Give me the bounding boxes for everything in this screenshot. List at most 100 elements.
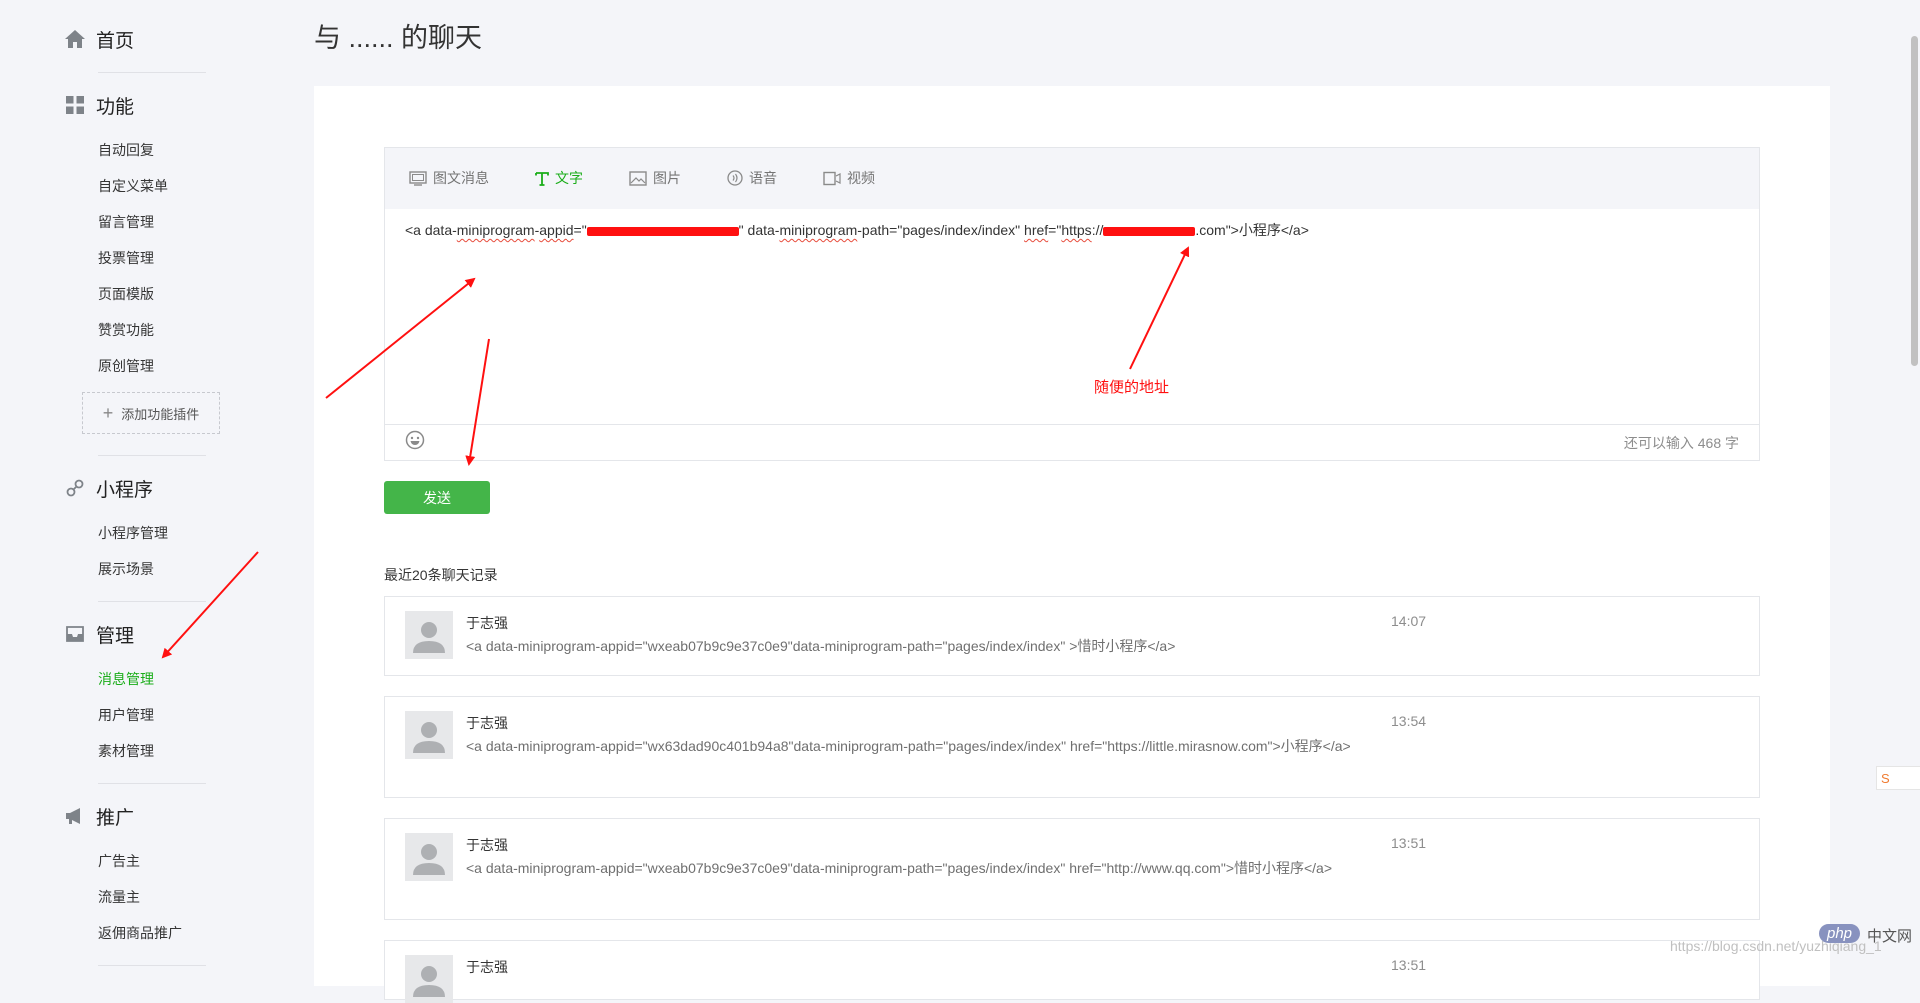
nav-miniprogram-label: 小程序 xyxy=(96,479,154,501)
nav-miniprogram-head[interactable]: 小程序 xyxy=(64,472,206,504)
history-title: 最近20条聊天记录 xyxy=(384,567,498,583)
grid-icon xyxy=(64,94,86,116)
sidebar-item-miniprogram-manage[interactable]: 小程序管理 xyxy=(98,523,168,543)
php-logo: php xyxy=(1819,924,1861,943)
add-plugin-label: 添加功能插件 xyxy=(121,406,200,422)
sidebar-item-auto-reply[interactable]: 自动回复 xyxy=(98,140,154,160)
message-time: 13:51 xyxy=(1391,957,1427,973)
editor-footer: 还可以输入 468 字 xyxy=(385,424,1759,460)
nav-function: 功能 xyxy=(64,89,206,121)
editor-text-part: =" xyxy=(573,222,587,238)
sidebar-item-publisher[interactable]: 流量主 xyxy=(98,887,140,907)
editor-text-part: :// xyxy=(1091,222,1104,238)
php-cn-text: 中文网 xyxy=(1867,928,1913,945)
message-time: 13:51 xyxy=(1391,835,1427,851)
tab-article-label: 图文消息 xyxy=(433,170,489,186)
scrollbar[interactable] xyxy=(1908,0,1920,969)
tab-video[interactable]: 视频 xyxy=(823,168,875,188)
editor-text-part: miniprogram xyxy=(779,222,858,238)
nav-function-head[interactable]: 功能 xyxy=(64,89,206,121)
list-item: 于志强 13:54 <a data-miniprogram-appid="wx6… xyxy=(384,696,1760,798)
char-counter: 还可以输入 468 字 xyxy=(1623,434,1739,451)
message-time: 14:07 xyxy=(1391,613,1427,629)
sidebar: 首页 功能 自动回复 自定义菜单 留言管理 投票管理 页面模版 赞赏功能 原创管… xyxy=(0,0,250,969)
side-widget[interactable]: S xyxy=(1876,766,1920,790)
link-icon xyxy=(64,477,86,499)
avatar[interactable] xyxy=(405,611,453,659)
editor-text-part: =" xyxy=(1048,222,1062,238)
editor-textarea[interactable]: <a data-miniprogram-appid=" " data-minipr… xyxy=(405,220,1739,240)
sidebar-item-material-manage[interactable]: 素材管理 xyxy=(98,741,154,761)
message-sender: 于志强 xyxy=(466,837,508,853)
avatar[interactable] xyxy=(405,955,453,1003)
home-icon xyxy=(64,28,86,50)
user-icon xyxy=(413,722,445,753)
nav-promote: 推广 xyxy=(64,800,206,832)
scrollbar-thumb[interactable] xyxy=(1911,36,1918,366)
side-widget-label: S xyxy=(1881,770,1890,786)
sidebar-item-page-template[interactable]: 页面模版 xyxy=(98,284,154,304)
divider xyxy=(98,601,206,602)
sidebar-item-original-manage[interactable]: 原创管理 xyxy=(98,356,154,376)
list-item: 于志强 13:51 <a data-miniprogram-appid="wxe… xyxy=(384,818,1760,920)
sidebar-item-message-manage[interactable]: 消息管理 xyxy=(98,669,154,689)
sidebar-item-advertiser[interactable]: 广告主 xyxy=(98,851,140,871)
message-sender: 于志强 xyxy=(466,615,508,631)
message-sender: 于志强 xyxy=(466,715,508,731)
sidebar-item-commission-promote[interactable]: 返佣商品推广 xyxy=(98,923,182,943)
add-plugin-button[interactable]: + 添加功能插件 xyxy=(82,392,220,434)
send-button[interactable]: 发送 xyxy=(384,481,490,514)
page-title: 与 ...... 的聊天 xyxy=(314,23,483,53)
plus-icon: + xyxy=(102,403,114,423)
nav-promote-head[interactable]: 推广 xyxy=(64,800,206,832)
tab-image[interactable]: 图片 xyxy=(629,168,681,188)
nav-function-label: 功能 xyxy=(96,96,135,118)
editor-text-part: https xyxy=(1061,222,1092,238)
text-icon xyxy=(535,171,549,186)
sidebar-item-user-manage[interactable]: 用户管理 xyxy=(98,705,154,725)
tab-text-label: 文字 xyxy=(555,170,583,186)
emoji-icon[interactable] xyxy=(405,430,425,455)
annotation-label: 随便的地址 xyxy=(1094,379,1170,396)
editor-text-part: miniprogram xyxy=(456,222,535,238)
tab-voice[interactable]: 语音 xyxy=(727,168,777,188)
divider xyxy=(98,783,206,784)
sidebar-item-vote-manage[interactable]: 投票管理 xyxy=(98,248,154,268)
user-icon xyxy=(413,966,445,997)
user-icon xyxy=(413,844,445,875)
inbox-icon xyxy=(64,623,86,645)
nav-manage-label: 管理 xyxy=(96,625,135,647)
divider xyxy=(98,965,206,966)
nav-home[interactable]: 首页 xyxy=(64,23,206,55)
tab-text[interactable]: 文字 xyxy=(535,168,583,188)
avatar[interactable] xyxy=(405,833,453,881)
nav-manage-head[interactable]: 管理 xyxy=(64,618,206,650)
user-icon xyxy=(413,622,445,653)
editor-text-part: -path="pages/index/index" xyxy=(857,222,1025,238)
tab-video-label: 视频 xyxy=(847,170,875,186)
sidebar-item-custom-menu[interactable]: 自定义菜单 xyxy=(98,176,168,196)
video-icon xyxy=(823,171,841,186)
sidebar-item-reward[interactable]: 赞赏功能 xyxy=(98,320,154,340)
message-editor: 图文消息 文字 图片 语音 视频 <a data-miniprogram-app… xyxy=(384,147,1760,461)
tab-article-message[interactable]: 图文消息 xyxy=(409,168,489,188)
nav-home-link[interactable]: 首页 xyxy=(64,23,206,55)
editor-text-part: appid xyxy=(539,222,574,238)
message-content: <a data-miniprogram-appid="wxeab07b9c9e3… xyxy=(466,638,1176,654)
editor-text-part: ">小程序</a> xyxy=(1225,222,1309,238)
editor-text-part: .com xyxy=(1195,222,1226,238)
message-content: <a data-miniprogram-appid="wxeab07b9c9e3… xyxy=(466,860,1333,876)
sidebar-item-comment-manage[interactable]: 留言管理 xyxy=(98,212,154,232)
editor-text-part: href xyxy=(1024,222,1049,238)
tab-image-label: 图片 xyxy=(653,170,681,186)
article-icon xyxy=(409,170,427,186)
divider xyxy=(98,455,206,456)
nav-home-label: 首页 xyxy=(96,30,135,52)
sidebar-item-display-scene[interactable]: 展示场景 xyxy=(98,559,154,579)
editor-text-part: <a data- xyxy=(405,222,457,238)
list-item: 于志强 14:07 <a data-miniprogram-appid="wxe… xyxy=(384,596,1760,676)
editor-tabs: 图文消息 文字 图片 语音 视频 xyxy=(385,148,1759,209)
avatar[interactable] xyxy=(405,711,453,759)
nav-promote-label: 推广 xyxy=(96,807,135,829)
divider xyxy=(98,72,206,73)
